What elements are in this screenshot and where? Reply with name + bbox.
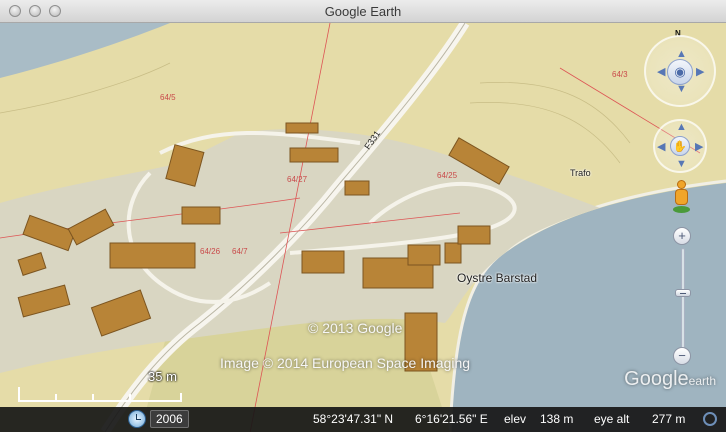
zoom-out-button[interactable]: − [673,347,691,365]
elevation-value: 138 m [540,412,574,426]
water-label: Trafo [570,168,591,178]
parcel-label: 64/3 [612,70,628,79]
longitude: 6°16'21.56" E [415,412,488,426]
look-up-arrow-icon[interactable]: ▲ [676,48,687,60]
google-earth-logo: Googleearth [624,368,716,390]
window-title: Google Earth [324,4,402,19]
eye-altitude-label: eye alt [594,412,630,426]
move-down-arrow-icon[interactable]: ▼ [676,158,687,170]
status-bar: 2006 58°23'47.31" N 6°16'21.56" E elev 1… [0,407,726,432]
place-label: Oystre Barstad [457,271,538,285]
copyright-text: © 2013 Google [308,320,403,336]
eye-altitude-value: 277 m [652,412,686,426]
look-down-arrow-icon[interactable]: ▼ [676,83,687,95]
pegman-icon[interactable] [671,180,691,214]
scale-bar [18,387,182,402]
scale-label: 35 m [148,369,177,384]
imagery-credit: Image © 2014 European Space Imaging [220,355,471,371]
parcel-label: 64/27 [287,175,308,184]
parcel-label: 64/5 [160,93,176,102]
latitude: 58°23'47.31" N [313,412,394,426]
zoom-slider-track[interactable] [681,248,685,358]
parcel-label: 64/26 [200,247,221,256]
hand-icon[interactable]: ✋ [670,136,690,156]
zoom-in-button[interactable]: + [673,227,691,245]
move-up-arrow-icon[interactable]: ▲ [676,121,687,133]
look-right-arrow-icon[interactable]: ▶ [696,65,704,78]
move-left-arrow-icon[interactable]: ◀ [657,140,665,153]
zoom-slider-handle[interactable] [675,289,691,297]
parcel-label: 64/7 [232,247,248,256]
look-left-arrow-icon[interactable]: ◀ [657,65,665,78]
title-bar: Google Earth [0,0,726,23]
move-right-arrow-icon[interactable]: ▶ [695,140,703,153]
parcel-label: 64/25 [437,171,458,180]
elevation-label: elev [504,412,527,426]
eye-icon[interactable]: ◉ [667,59,693,85]
historical-imagery-clock-icon[interactable] [128,410,146,428]
map-view[interactable]: 64/5 64/26 64/7 64/27 64/25 64/3 F331 Oy… [0,23,726,432]
streaming-indicator-icon [703,412,717,426]
imagery-year: 2006 [150,410,189,428]
